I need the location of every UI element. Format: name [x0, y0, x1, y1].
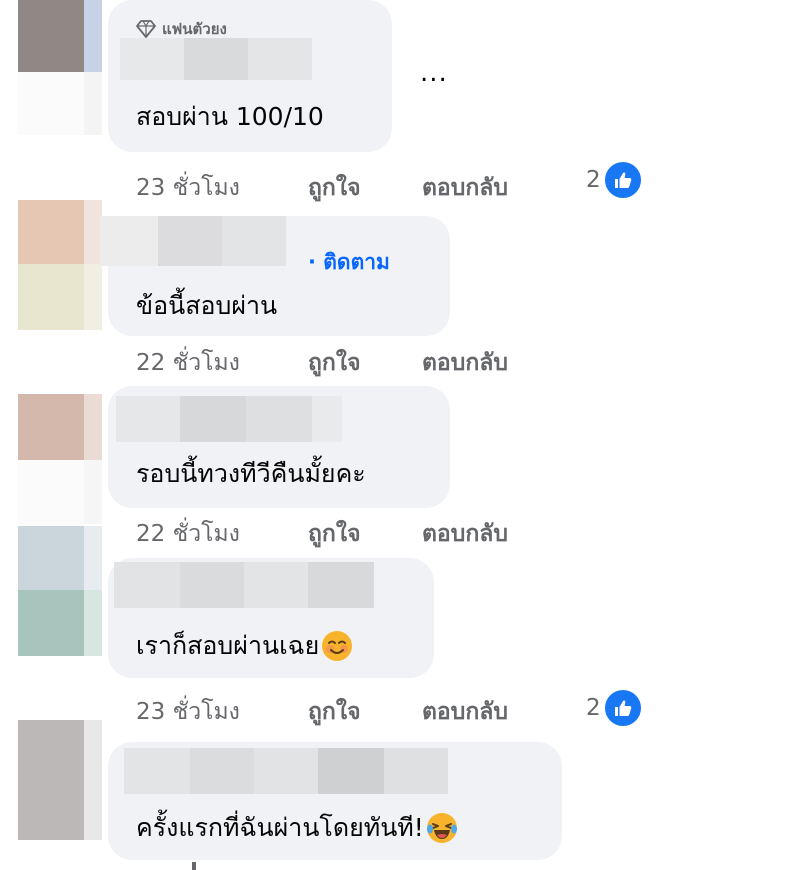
smiling-face-emoji	[322, 631, 353, 661]
reaction-count: 2	[586, 695, 601, 721]
reply-button[interactable]: ตอบกลับ	[422, 170, 508, 206]
comment-bubble: รอบนี้ทวงทีวีคืนมั้ยคะ	[108, 386, 450, 508]
comment-meta: 22 ชั่วโมง ถูกใจ ตอบกลับ	[136, 345, 656, 379]
comment-bubble: ครั้งแรกที่ฉันผ่านโดยทันที!	[108, 742, 562, 860]
like-button[interactable]: ถูกใจ	[308, 694, 361, 730]
reply-thread-indicator	[192, 862, 196, 870]
like-icon	[602, 688, 643, 728]
timestamp[interactable]: 22 ชั่วโมง	[136, 516, 240, 552]
comment-text-content: เราก็สอบผ่านเฉย	[136, 631, 320, 660]
laughing-tears-emoji	[426, 813, 457, 843]
timestamp[interactable]: 22 ชั่วโมง	[136, 345, 240, 381]
reply-button[interactable]: ตอบกลับ	[422, 516, 508, 552]
diamond-icon	[136, 20, 156, 38]
comment-bubble: เราก็สอบผ่านเฉย	[108, 558, 434, 678]
comment-meta: 22 ชั่วโมง ถูกใจ ตอบกลับ	[136, 516, 656, 550]
more-icon[interactable]: ...	[420, 58, 448, 88]
comment-text: ข้อนี้สอบผ่าน	[136, 291, 278, 320]
avatar[interactable]	[18, 0, 102, 135]
comment-bubble: แฟนตัวยง สอบผ่าน 100/10	[108, 0, 392, 152]
author-name-redacted[interactable]	[100, 216, 300, 266]
like-button[interactable]: ถูกใจ	[308, 516, 361, 552]
timestamp[interactable]: 23 ชั่วโมง	[136, 694, 240, 730]
reaction-summary[interactable]: 2	[586, 688, 643, 728]
author-name-redacted[interactable]	[120, 38, 312, 80]
comment-text-content: ครั้งแรกที่ฉันผ่านโดยทันที!	[136, 813, 424, 842]
like-button[interactable]: ถูกใจ	[308, 345, 361, 381]
timestamp[interactable]: 23 ชั่วโมง	[136, 170, 240, 206]
comment-text: รอบนี้ทวงทีวีคืนมั้ยคะ	[136, 459, 366, 488]
comment-text: สอบผ่าน 100/10	[136, 102, 324, 131]
follow-button[interactable]: · ติดตาม	[308, 246, 390, 279]
comment-text: เราก็สอบผ่านเฉย	[136, 626, 353, 666]
reaction-count: 2	[586, 167, 601, 193]
comment-text: ครั้งแรกที่ฉันผ่านโดยทันที!	[136, 808, 458, 848]
avatar[interactable]	[18, 526, 102, 656]
avatar[interactable]	[18, 200, 102, 330]
reply-button[interactable]: ตอบกลับ	[422, 694, 508, 730]
avatar[interactable]	[18, 394, 102, 524]
reply-button[interactable]: ตอบกลับ	[422, 345, 508, 381]
like-icon	[602, 160, 643, 200]
author-name-redacted[interactable]	[124, 748, 448, 794]
author-name-redacted[interactable]	[116, 396, 342, 442]
comment-meta: 23 ชั่วโมง ถูกใจ ตอบกลับ	[136, 170, 656, 204]
reaction-summary[interactable]: 2	[586, 160, 643, 200]
comment-bubble: · ติดตาม ข้อนี้สอบผ่าน	[100, 216, 450, 336]
avatar[interactable]	[18, 720, 102, 840]
author-name-redacted[interactable]	[114, 562, 374, 608]
like-button[interactable]: ถูกใจ	[308, 170, 361, 206]
comment-meta: 23 ชั่วโมง ถูกใจ ตอบกลับ	[136, 694, 656, 728]
